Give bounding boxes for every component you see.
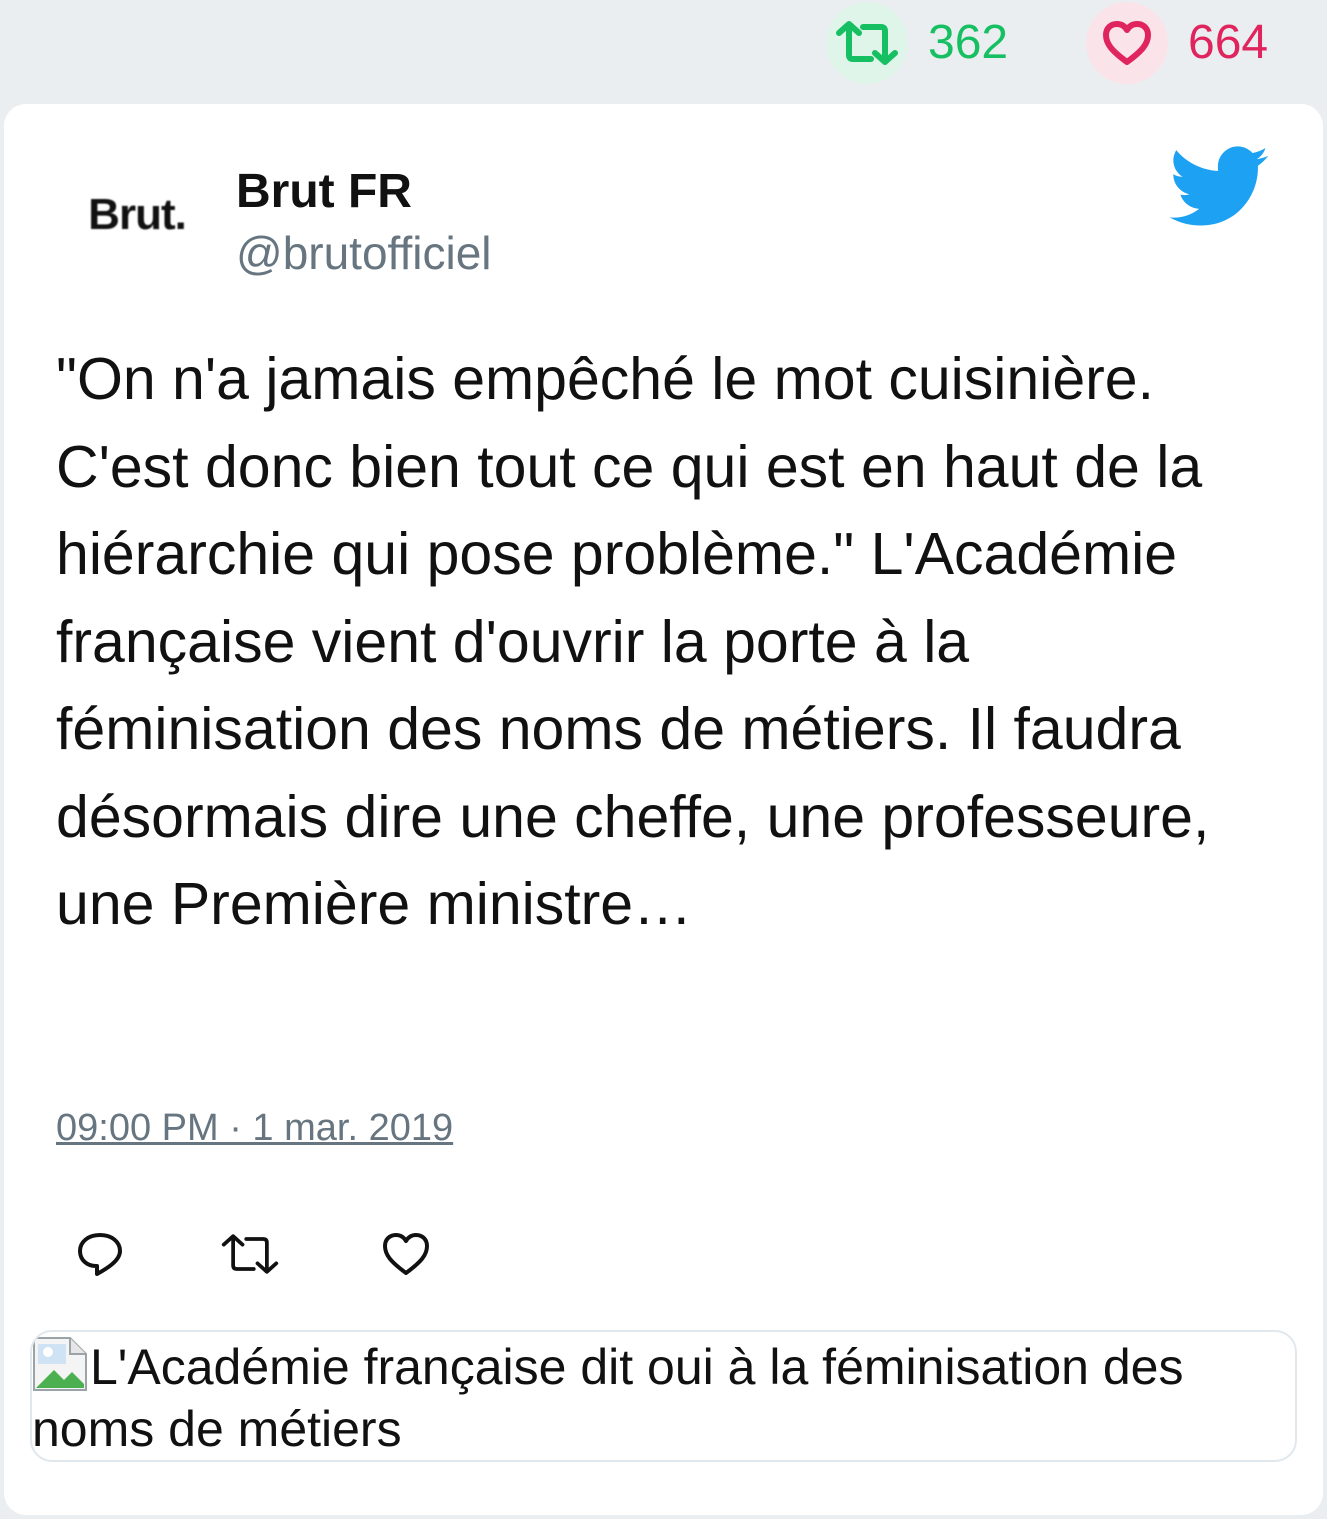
broken-image-icon xyxy=(32,1336,88,1392)
like-count: 664 xyxy=(1188,16,1269,69)
heart-icon xyxy=(1086,2,1168,84)
retweet-button[interactable] xyxy=(220,1224,280,1284)
like-button[interactable] xyxy=(376,1224,436,1284)
twitter-bird-icon[interactable] xyxy=(1169,146,1270,230)
avatar[interactable]: Brut. xyxy=(72,160,202,270)
retweet-stat[interactable]: 362 xyxy=(826,2,1008,84)
tweet-text: "On n'a jamais empêché le mot cuisinière… xyxy=(56,346,1210,937)
retweet-count: 362 xyxy=(928,16,1009,69)
retweet-icon xyxy=(221,1234,279,1274)
heart-icon xyxy=(383,1233,429,1275)
engagement-stats: 362 664 xyxy=(0,0,1327,100)
reply-icon xyxy=(78,1233,122,1276)
retweet-icon xyxy=(826,2,908,84)
like-stat[interactable]: 664 xyxy=(1086,2,1268,84)
link-preview-alt-text: L'Académie française dit oui à la fémini… xyxy=(32,1339,1184,1457)
author-name[interactable]: Brut FR xyxy=(236,165,412,219)
link-preview-content: L'Académie française dit oui à la fémini… xyxy=(32,1336,1272,1460)
reply-button[interactable] xyxy=(70,1224,130,1284)
tweet-timestamp-link[interactable]: 09:00 PM · 1 mar. 2019 xyxy=(56,1107,453,1150)
author-handle[interactable]: @brutofficiel xyxy=(236,228,492,279)
avatar-logo-text: Brut. xyxy=(88,190,187,239)
link-preview-card[interactable]: L'Académie française dit oui à la fémini… xyxy=(30,1330,1297,1462)
